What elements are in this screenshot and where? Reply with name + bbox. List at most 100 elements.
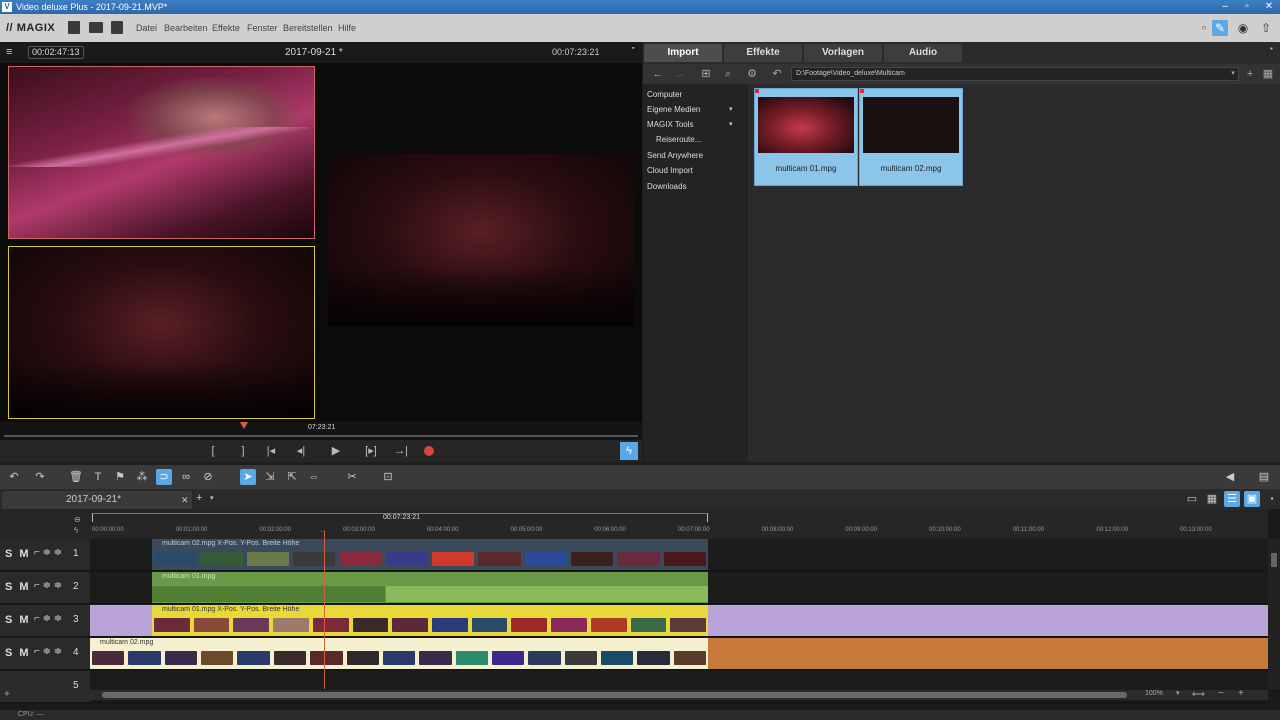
camera-2-view[interactable] — [8, 246, 315, 419]
redo-icon[interactable]: ↷ — [32, 469, 48, 485]
clip-track-1[interactable]: multicam 02.mpg X-Pos. Y-Pos. Breite Höh… — [152, 539, 708, 570]
export-icon[interactable]: ⊡ — [380, 469, 396, 485]
pool-options-icon[interactable]: ▪ — [1270, 44, 1273, 53]
tree-item-eigene-medien[interactable]: Eigene Medien — [647, 105, 700, 114]
snap-icon[interactable]: ϟ — [74, 526, 78, 535]
mixer-icon[interactable]: ▤ — [1256, 469, 1272, 485]
unlink-icon[interactable]: ⊘ — [200, 469, 216, 485]
search-icon[interactable]: ⌕ — [721, 67, 735, 81]
hamburger-menu-icon[interactable]: ≡ — [6, 42, 12, 63]
vertical-scrollbar[interactable] — [1268, 539, 1280, 689]
track-options-icons[interactable]: ⌐ ≑ ≑ — [34, 646, 62, 657]
clip-track-2[interactable]: multicam 01.mpg — [152, 572, 708, 603]
menu-bereitstellen[interactable]: Bereitstellen — [283, 23, 333, 33]
back-arrow-icon[interactable]: ← — [651, 67, 665, 81]
previous-marker-icon[interactable]: ◂| — [292, 443, 310, 459]
settings-gear-icon[interactable]: ⚙ — [745, 67, 759, 81]
menu-effekte[interactable]: Effekte — [212, 23, 240, 33]
mark-out-button[interactable]: ] — [234, 443, 252, 459]
next-marker-icon[interactable]: [▸] — [362, 443, 380, 459]
play-icon[interactable]: ▶ — [327, 443, 345, 459]
track-header-3[interactable]: S M ⌐ ≑ ≑ 3 — [0, 605, 90, 637]
view-timeline-icon[interactable]: ☰ — [1224, 491, 1240, 507]
pointer-range-icon[interactable]: ⇲ — [262, 469, 278, 485]
project-tab[interactable]: 2017-09-21* ✕ — [2, 491, 192, 509]
range-bar[interactable]: 00:07:23:21 — [92, 513, 708, 522]
undo-icon[interactable]: ↶ — [6, 469, 22, 485]
add-icon[interactable]: + — [1243, 67, 1257, 81]
solo-mute-toggles[interactable]: S M — [5, 581, 31, 593]
file-thumbnail-multicam-02[interactable]: multicam 02.mpg — [859, 88, 963, 186]
clip-track-4[interactable]: multicam 02.mpg — [90, 638, 708, 669]
tree-item-send-anywhere[interactable]: Send Anywhere — [647, 151, 703, 160]
tab-vorlagen[interactable]: Vorlagen — [804, 44, 882, 62]
menu-bearbeiten[interactable]: Bearbeiten — [164, 23, 208, 33]
minimize-button[interactable]: – — [1214, 0, 1236, 14]
zoom-out-icon[interactable]: − — [1218, 688, 1224, 699]
horizontal-scrollbar[interactable]: 100% ▾ ⟷ − + — [90, 688, 1268, 700]
add-track-icon[interactable]: + — [4, 689, 10, 700]
tab-effekte[interactable]: Effekte — [724, 44, 802, 62]
current-timecode[interactable]: 00:02:47:13 — [28, 46, 84, 59]
tree-item-cloud-import[interactable]: Cloud Import — [647, 166, 693, 175]
go-to-end-icon[interactable]: →| — [392, 443, 410, 459]
chevron-down-icon[interactable]: ▾ — [729, 105, 733, 113]
save-icon[interactable] — [111, 21, 123, 34]
volume-icon[interactable]: ◀ — [1222, 469, 1238, 485]
link-icon[interactable]: ∞ — [178, 469, 194, 485]
view-multicam-icon[interactable]: ▣ — [1244, 491, 1260, 507]
ripple-mode-icon[interactable]: ⊃ — [156, 469, 172, 485]
timeline-options-icon[interactable]: ▪ — [1264, 491, 1280, 507]
disc-icon[interactable]: ◉ — [1235, 20, 1251, 36]
open-folder-icon[interactable] — [89, 22, 103, 33]
upload-icon[interactable]: ⇧ — [1258, 20, 1274, 36]
camera-1-view[interactable] — [8, 66, 315, 239]
path-field[interactable]: D:\Footage\Video_deluxe\Multicam — [791, 67, 1239, 81]
solo-mute-toggles[interactable]: S M — [5, 647, 31, 659]
tab-dropdown-icon[interactable]: ▾ — [210, 494, 214, 502]
track-header-2[interactable]: S M ⌐ ≑ ≑ 2 — [0, 572, 90, 604]
view-storyboard-icon[interactable]: ▭ — [1184, 491, 1200, 507]
record-button[interactable] — [424, 446, 434, 456]
group-icon[interactable]: ⁂ — [134, 469, 150, 485]
path-dropdown-icon[interactable]: ▾ — [1226, 67, 1240, 81]
mark-in-button[interactable]: [ — [204, 443, 222, 459]
track-header-5[interactable]: 5 — [0, 671, 90, 703]
maximize-button[interactable]: ▫ — [1236, 0, 1258, 14]
menu-fenster[interactable]: Fenster — [247, 23, 278, 33]
preview-options-icon[interactable]: ▪ — [632, 38, 634, 59]
lightning-icon[interactable]: ϟ — [620, 442, 638, 460]
vertical-scroll-thumb[interactable] — [1271, 553, 1277, 567]
playhead-marker[interactable] — [240, 422, 248, 429]
go-to-start-icon[interactable]: |◂ — [262, 443, 280, 459]
folder-tree-icon[interactable]: ⊞ — [699, 67, 713, 81]
view-scene-icon[interactable]: ▦ — [1204, 491, 1220, 507]
clip-track-3[interactable]: multicam 01.mpg X-Pos. Y-Pos. Breite Höh… — [152, 605, 708, 636]
track-header-4[interactable]: S M ⌐ ≑ ≑ 4 — [0, 638, 90, 670]
menu-hilfe[interactable]: Hilfe — [338, 23, 356, 33]
fit-width-icon[interactable]: ⟷ — [1192, 689, 1205, 700]
tree-item-reiseroute[interactable]: Reiseroute... — [656, 135, 701, 144]
timeline-ruler[interactable]: 00:07:23:21 00:00:00:00 00:01:00:00 00:02:… — [90, 509, 1268, 539]
zoom-level[interactable]: 100% — [1145, 690, 1163, 697]
menu-datei[interactable]: Datei — [136, 23, 157, 33]
close-window-button[interactable]: ✕ — [1258, 0, 1280, 14]
mouse-mode-pointer-icon[interactable]: ➤ — [240, 469, 256, 485]
file-thumbnail-multicam-01[interactable]: multicam 01.mpg — [754, 88, 858, 186]
track-options-icons[interactable]: ⌐ ≑ ≑ — [34, 613, 62, 624]
new-file-icon[interactable] — [68, 21, 80, 34]
cut-scissors-icon[interactable]: ✂ — [344, 469, 360, 485]
scrub-bar[interactable] — [4, 435, 638, 437]
wizard-icon[interactable]: ✎ — [1212, 20, 1228, 36]
add-tab-icon[interactable]: + — [196, 492, 202, 504]
solo-mute-toggles[interactable]: S M — [5, 614, 31, 626]
track-options-icons[interactable]: ⌐ ≑ ≑ — [34, 580, 62, 591]
forward-arrow-icon[interactable]: → — [673, 67, 687, 81]
chevron-down-icon[interactable]: ▾ — [729, 120, 733, 128]
undo-hand-icon[interactable]: ↶ — [770, 67, 784, 81]
playhead-handle[interactable]: ⇔ — [319, 527, 330, 535]
dot-icon[interactable]: ○ — [1196, 20, 1212, 36]
view-grid-icon[interactable]: ▦ — [1261, 67, 1275, 81]
marker-flag-icon[interactable]: ⚑ — [112, 469, 128, 485]
pointer-group-icon[interactable]: ⇱ — [284, 469, 300, 485]
